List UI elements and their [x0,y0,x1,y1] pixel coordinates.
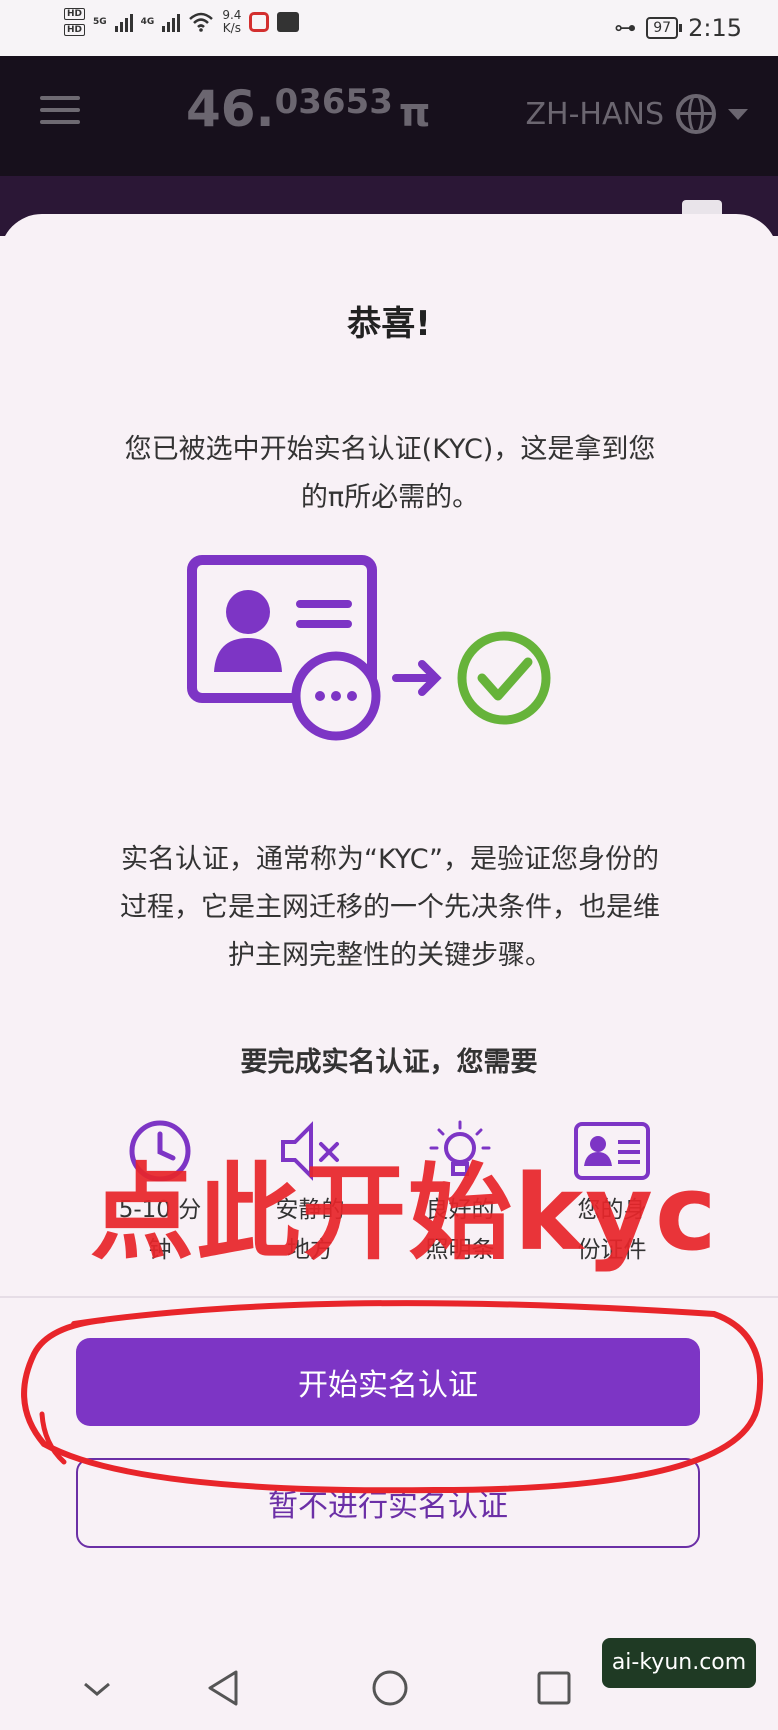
mail-notification-icon [277,12,300,32]
hd-indicator: HD [64,8,86,20]
app-notification-icon [249,12,270,32]
signal-icon [162,12,181,32]
kyc-description: 实名认证，通常称为“KYC”，是验证您身份的过程，它是主网迁移的一个先决条件，也… [120,844,660,971]
globe-icon [676,94,716,134]
hd-indicator: HD [64,24,86,36]
watermark: ai-kyun.com [602,1638,756,1688]
home-icon[interactable] [370,1668,410,1708]
kyc-illustration [187,555,551,741]
modal-title: 恭喜! [347,304,431,344]
recents-icon[interactable] [536,1668,572,1708]
network-speed: 9.4 K/s [222,8,242,35]
annotation-text: 点此开始kyc [90,1152,719,1274]
intro-text: 您已被选中开始实名认证(KYC)，这是拿到您的π所必需的。 [124,434,656,513]
status-right: ⊶ 97 2:15 [614,14,742,42]
collapse-icon[interactable] [82,1680,112,1700]
wifi-icon [189,12,214,32]
chevron-down-icon [728,108,748,120]
divider [0,1296,778,1298]
language-label: ZH-HANS [525,96,664,132]
pi-balance: 46.03653 π [186,80,431,138]
kyc-modal: 恭喜! 您已被选中开始实名认证(KYC)，这是拿到您的π所必需的。 实名认证，通… [0,214,778,1654]
signal-icon [114,12,133,32]
hd-indicators: HD HD [64,8,86,36]
battery-icon: 97 [646,17,682,39]
network-4g-label: 4G [140,17,155,27]
back-icon[interactable] [206,1668,240,1708]
app-header: 46.03653 π ZH-HANS [0,56,778,176]
requirements-title: 要完成实名认证，您需要 [240,1047,538,1078]
network-5g-label: 5G [93,17,107,27]
language-selector[interactable]: ZH-HANS [525,94,748,134]
start-kyc-button[interactable]: 开始实名认证 [76,1338,700,1426]
clock-time: 2:15 [688,14,742,42]
menu-icon[interactable] [40,96,80,132]
status-bar: HD HD 5G 4G 9.4 K/s ⊶ 97 2:15 [0,0,778,56]
status-left: HD HD 5G 4G 9.4 K/s [64,8,300,36]
key-icon: ⊶ [614,15,637,41]
skip-kyc-button[interactable]: 暂不进行实名认证 [76,1458,700,1548]
